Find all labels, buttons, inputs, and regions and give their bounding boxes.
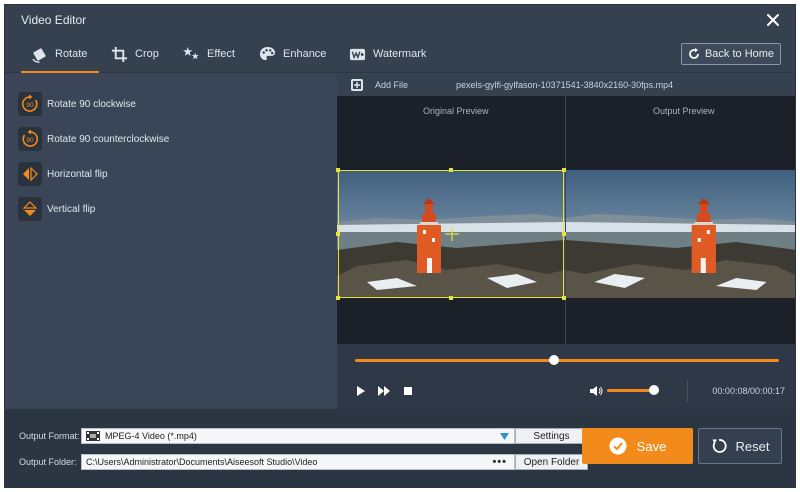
controls-separator (687, 380, 688, 402)
tab-bar: Rotate Crop Effect Enhance Watermark Bac… (5, 35, 795, 73)
volume-icon[interactable] (589, 384, 603, 398)
watermark-icon (349, 48, 366, 60)
add-file-label[interactable]: Add File (375, 80, 408, 90)
tab-crop[interactable]: Crop (111, 35, 159, 73)
rotate-counterclockwise-icon: 90 (18, 127, 42, 151)
effect-icon (183, 46, 199, 59)
crop-handle[interactable] (336, 168, 340, 172)
file-name: pexels-gylfi-gylfason-10371541-3840x2160… (456, 80, 674, 90)
volume-slider[interactable] (607, 385, 659, 395)
rotate-icon (32, 47, 46, 63)
output-folder-field[interactable]: C:\Users\Administrator\Documents\Aiseeso… (81, 454, 515, 470)
open-folder-button[interactable]: Open Folder (515, 454, 588, 470)
browse-folder-icon[interactable]: ••• (492, 456, 507, 468)
rotate-option-label: Rotate 90 clockwise (47, 98, 136, 110)
original-preview-label: Original Preview (423, 106, 489, 116)
settings-button[interactable]: Settings (515, 428, 588, 444)
tab-label: Watermark (373, 48, 427, 60)
crop-handle[interactable] (562, 296, 566, 300)
horizontal-flip-button[interactable]: Horizontal flip (18, 162, 108, 186)
crop-icon (111, 46, 128, 62)
output-folder-label: Output Folder: (19, 457, 77, 467)
output-folder-value: C:\Users\Administrator\Documents\Aiseeso… (86, 457, 318, 467)
fast-forward-icon[interactable] (377, 384, 391, 398)
crop-handle[interactable] (336, 296, 340, 300)
tab-label: Rotate (55, 48, 88, 60)
file-bar: Add File pexels-gylfi-gylfason-10371541-… (337, 74, 795, 96)
crop-handle[interactable] (449, 296, 453, 300)
vertical-flip-icon (18, 197, 42, 221)
horizontal-flip-icon (18, 162, 42, 186)
preview-area: Original Preview Output Preview (336, 96, 795, 344)
back-to-home-button[interactable]: Back to Home (681, 43, 781, 65)
add-file-icon[interactable] (349, 77, 365, 93)
timeline-thumb[interactable] (549, 355, 560, 365)
playback-controls: 00:00:08/00:00:17 (337, 344, 795, 409)
tab-enhance[interactable]: Enhance (259, 35, 326, 73)
save-label: Save (636, 438, 667, 454)
tab-label: Crop (135, 48, 159, 60)
timeline-slider[interactable] (355, 355, 779, 365)
crop-handle[interactable] (449, 168, 453, 172)
rotate-option-label: Horizontal flip (47, 168, 108, 180)
reset-label: Reset (735, 438, 770, 454)
reset-icon (712, 439, 727, 453)
rotate-options-panel: 90 Rotate 90 clockwise 90 Rotate 90 coun… (5, 74, 336, 409)
crop-frame[interactable] (336, 168, 566, 300)
video-format-icon (86, 431, 100, 441)
rotate-counterclockwise-button[interactable]: 90 Rotate 90 counterclockwise (18, 127, 169, 151)
play-icon[interactable] (353, 384, 367, 398)
tab-rotate[interactable]: Rotate (20, 35, 100, 73)
rotate-option-label: Vertical flip (47, 203, 96, 215)
svg-text:90: 90 (26, 137, 34, 144)
lighthouse-scene-output-image (566, 170, 795, 298)
window-title: Video Editor (21, 13, 87, 27)
title-bar: Video Editor (5, 5, 795, 35)
save-button[interactable]: Save (582, 428, 693, 464)
stop-icon[interactable] (401, 384, 415, 398)
output-format-label: Output Format: (19, 431, 80, 441)
crop-handle[interactable] (562, 232, 566, 236)
playback-time: 00:00:08/00:00:17 (712, 386, 785, 396)
close-icon[interactable] (765, 12, 781, 28)
chevron-down-icon[interactable] (500, 433, 509, 440)
reset-button[interactable]: Reset (698, 428, 782, 464)
rotate-clockwise-button[interactable]: 90 Rotate 90 clockwise (18, 92, 136, 116)
tab-watermark[interactable]: Watermark (349, 35, 426, 73)
tab-label: Effect (207, 48, 235, 60)
volume-thumb[interactable] (648, 385, 659, 395)
enhance-icon (259, 46, 276, 60)
output-settings-bar: Output Format: MPEG-4 Video (*.mp4) Sett… (5, 409, 795, 487)
video-editor-window: Video Editor Rotate Crop Effect Enhance … (4, 4, 796, 488)
output-format-select[interactable]: MPEG-4 Video (*.mp4) (81, 428, 515, 444)
rotate-option-label: Rotate 90 counterclockwise (47, 133, 170, 145)
rotate-clockwise-icon: 90 (18, 92, 42, 116)
crop-handle[interactable] (336, 232, 340, 236)
tab-effect[interactable]: Effect (183, 35, 235, 73)
output-video-frame (566, 170, 795, 298)
output-preview-label: Output Preview (653, 106, 715, 116)
crop-handle[interactable] (562, 168, 566, 172)
svg-text:90: 90 (26, 102, 34, 109)
tab-label: Enhance (283, 48, 327, 60)
back-to-home-label: Back to Home (704, 48, 775, 60)
output-format-value: MPEG-4 Video (*.mp4) (105, 431, 197, 441)
crosshair-icon[interactable] (445, 227, 459, 241)
vertical-flip-button[interactable]: Vertical flip (18, 197, 95, 221)
checkmark-circle-icon (609, 437, 627, 455)
back-arrow-icon (689, 48, 699, 59)
